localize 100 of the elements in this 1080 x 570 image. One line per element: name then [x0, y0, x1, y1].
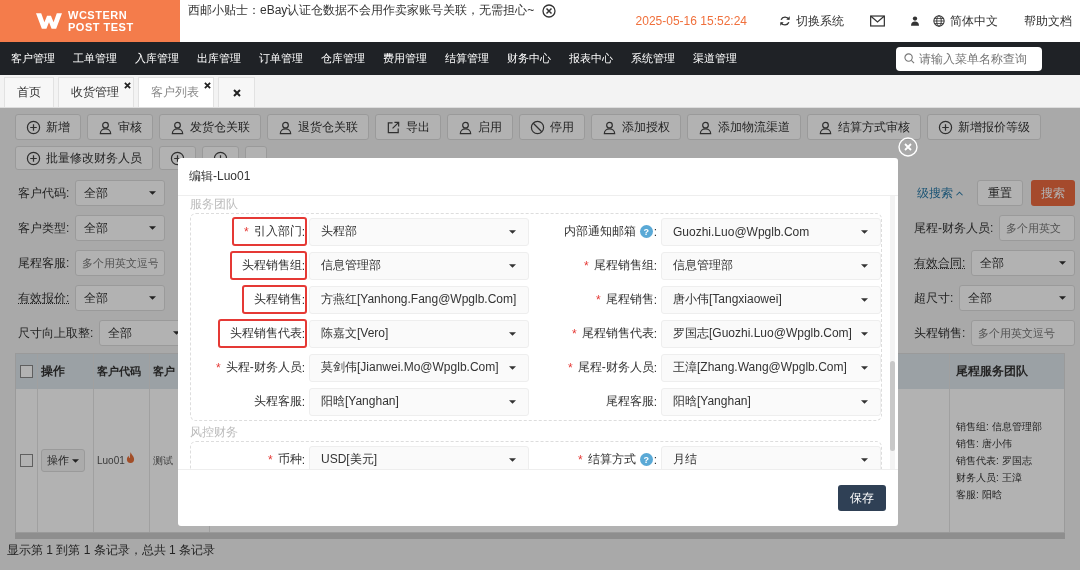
- close-icon[interactable]: [124, 82, 131, 89]
- menu-item[interactable]: 报表中心: [560, 51, 622, 66]
- label-colon: :: [653, 360, 657, 375]
- field-label: 头程-财务人员: [225, 359, 302, 376]
- caret-icon: [861, 263, 868, 268]
- toolbar-button[interactable]: 批量修改财务人员: [15, 146, 153, 170]
- column-header: 客户代码: [97, 364, 141, 379]
- filter-input[interactable]: 多个用英文逗号: [75, 250, 166, 276]
- select-field[interactable]: 陈嘉文[Vero]: [309, 319, 529, 348]
- select-field[interactable]: 莫剑伟[Jianwei.Mo@Wpglb.Com]: [309, 353, 529, 382]
- select-field[interactable]: 头程部: [309, 217, 529, 246]
- required-mark: *: [584, 258, 589, 273]
- section-title: 风控财务: [190, 425, 238, 439]
- page-tab[interactable]: 客户列表: [138, 77, 214, 107]
- page-tab[interactable]: 首页: [4, 77, 54, 107]
- refresh-icon: [779, 15, 791, 27]
- required-mark: *: [568, 360, 573, 375]
- select-field[interactable]: 阳晗[Yanghan]: [309, 387, 529, 416]
- menu-item[interactable]: 订单管理: [250, 51, 312, 66]
- required-mark: *: [572, 326, 577, 341]
- select-field[interactable]: 月结: [661, 445, 881, 469]
- select-field[interactable]: 信息管理部: [309, 251, 529, 280]
- filter-select[interactable]: 全部: [75, 180, 166, 206]
- action-dropdown[interactable]: 操作: [41, 449, 85, 472]
- select-field[interactable]: Guozhi.Luo@Wpglb.Com: [661, 217, 881, 246]
- ban-icon: [530, 119, 545, 135]
- filter-select[interactable]: 全部: [75, 215, 166, 241]
- required-mark: *: [216, 360, 221, 375]
- select-field[interactable]: 罗国志[Guozhi.Luo@Wpglb.Com]: [661, 319, 881, 348]
- checkbox[interactable]: [20, 454, 33, 467]
- save-button[interactable]: 保存: [838, 485, 886, 511]
- menu-item[interactable]: 费用管理: [374, 51, 436, 66]
- table-cell: 测试: [153, 453, 173, 468]
- switch-system-button[interactable]: 切换系统: [779, 12, 844, 30]
- toolbar-button[interactable]: 导出: [375, 114, 441, 140]
- select-field[interactable]: 方燕红[Yanhong.Fang@Wpglb.Com]: [309, 285, 529, 314]
- mail-icon[interactable]: [870, 15, 885, 27]
- filter-select[interactable]: 全部: [959, 285, 1075, 311]
- close-icon[interactable]: [204, 82, 211, 89]
- toolbar-button[interactable]: 启用: [447, 114, 513, 140]
- field-label: 币种: [277, 451, 302, 468]
- toolbar-button[interactable]: 新增报价等级: [927, 114, 1041, 140]
- filter-label: 有效报价:: [18, 289, 70, 307]
- toolbar-button[interactable]: 新增: [15, 114, 81, 140]
- filter-select[interactable]: 全部: [971, 250, 1075, 276]
- menu-item[interactable]: 入库管理: [126, 51, 188, 66]
- caret-icon: [1059, 261, 1066, 265]
- advanced-search-link[interactable]: 级搜索: [917, 184, 963, 202]
- select-field[interactable]: USD[美元]: [309, 445, 529, 469]
- user-icon[interactable]: [911, 16, 919, 26]
- filter-input[interactable]: 多个用英文逗号: [971, 320, 1075, 346]
- menu-search-field[interactable]: 请输入菜单名称查询: [896, 46, 1042, 71]
- select-field[interactable]: 王漳[Zhang.Wang@Wpglb.Com]: [661, 353, 881, 382]
- toolbar-button[interactable]: 发货仓关联: [159, 114, 261, 140]
- select-field[interactable]: 信息管理部: [661, 251, 881, 280]
- reset-button[interactable]: 重置: [977, 180, 1023, 206]
- label-colon: :: [653, 394, 657, 409]
- select-field[interactable]: 阳晗[Yanghan]: [661, 387, 881, 416]
- user-icon: [170, 119, 185, 135]
- toolbar-button[interactable]: 添加授权: [591, 114, 681, 140]
- menu-item[interactable]: 客户管理: [2, 51, 64, 66]
- toolbar-button[interactable]: 停用: [519, 114, 585, 140]
- label-colon: :: [301, 258, 305, 273]
- caret-icon: [173, 331, 181, 335]
- column-header: 操作: [41, 363, 65, 380]
- search-icon: [904, 53, 915, 64]
- language-button[interactable]: 简体中文: [933, 12, 998, 30]
- menu-item[interactable]: 仓库管理: [312, 51, 374, 66]
- menu-item[interactable]: 工单管理: [64, 51, 126, 66]
- menu-item[interactable]: 渠道管理: [684, 51, 746, 66]
- toolbar-button[interactable]: 添加物流渠道: [687, 114, 801, 140]
- menu-item[interactable]: 财务中心: [498, 51, 560, 66]
- filter-label: 超尺寸:: [914, 289, 954, 307]
- caret-icon: [509, 263, 516, 268]
- label-colon: :: [653, 452, 657, 467]
- logo-text: WCSTERN: [68, 9, 129, 21]
- close-icon[interactable]: [542, 3, 557, 18]
- filter-select[interactable]: 全部: [75, 285, 166, 311]
- close-icon: [232, 88, 241, 97]
- caret-icon: [149, 226, 157, 230]
- field-label: 头程销售组: [241, 257, 302, 274]
- filter-label: 客户代码:: [18, 184, 70, 202]
- filter-input[interactable]: 多个用英文: [999, 215, 1075, 241]
- scrollbar[interactable]: [890, 196, 895, 469]
- column-header: 客户: [153, 364, 175, 379]
- caret-icon: [861, 399, 868, 404]
- select-field[interactable]: 唐小伟[Tangxiaowei]: [661, 285, 881, 314]
- field-label: 头程客服: [253, 393, 302, 410]
- close-all-tab[interactable]: [218, 77, 255, 107]
- checkbox[interactable]: [20, 365, 33, 378]
- help-link[interactable]: 帮助文档: [1024, 12, 1072, 30]
- field-label: 尾程-财务人员: [577, 359, 654, 376]
- field-label: 结算方式: [587, 451, 636, 468]
- toolbar-button[interactable]: 审核: [87, 114, 153, 140]
- toolbar-button[interactable]: 结算方式审核: [807, 114, 921, 140]
- page-tab[interactable]: 收货管理: [58, 77, 134, 107]
- toolbar-button[interactable]: 退货仓关联: [267, 114, 369, 140]
- menu-item[interactable]: 系统管理: [622, 51, 684, 66]
- menu-item[interactable]: 结算管理: [436, 51, 498, 66]
- menu-item[interactable]: 出库管理: [188, 51, 250, 66]
